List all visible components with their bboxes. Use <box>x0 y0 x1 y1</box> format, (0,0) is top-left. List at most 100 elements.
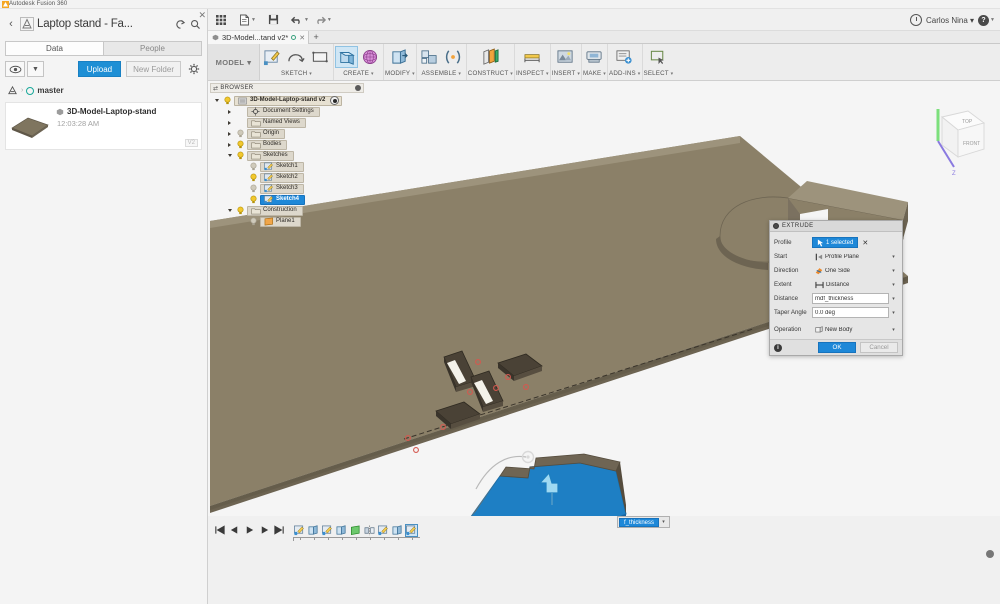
offset-plane-icon[interactable] <box>479 46 502 68</box>
timeline-feature-sketch[interactable] <box>377 524 390 537</box>
timeline-feature-mirror[interactable] <box>363 524 376 537</box>
tab-people[interactable]: People <box>104 41 202 56</box>
new-folder-button[interactable]: New Folder <box>126 61 181 77</box>
press-pull-icon[interactable] <box>388 46 411 68</box>
twisty-expanded-icon[interactable] <box>225 151 234 160</box>
create-form-icon[interactable] <box>359 46 382 68</box>
light-bulb-icon[interactable] <box>249 173 258 182</box>
tree-item-3d-model-laptop-stand-v2[interactable]: 3D-Model-Laptop-stand v2 <box>234 95 343 106</box>
tab-data[interactable]: Data <box>5 41 104 56</box>
activate-radio-icon[interactable] <box>330 96 340 105</box>
twisty-expanded-icon[interactable] <box>212 96 221 105</box>
tree-row[interactable]: Plane1 <box>210 216 364 227</box>
info-icon[interactable]: i <box>774 343 782 352</box>
clear-x-icon[interactable]: ✕ <box>862 239 868 247</box>
document-tab[interactable]: 3D-Model...tand v2* ✕ <box>208 31 310 44</box>
distance-value-input[interactable]: f_thickness <box>619 517 660 527</box>
tree-item-sketch4[interactable]: Sketch4 <box>260 194 306 205</box>
tree-row[interactable]: Named Views <box>210 117 364 128</box>
tree-item-named-views[interactable]: Named Views <box>247 117 306 128</box>
chevron-left-icon[interactable]: ‹ <box>4 16 18 32</box>
3d-print-icon[interactable] <box>583 46 606 68</box>
insert-mcmaster-icon[interactable] <box>554 46 577 68</box>
breadcrumb-current[interactable]: master <box>37 86 63 95</box>
help-caret-icon[interactable]: ▼ <box>990 17 995 23</box>
ok-button[interactable]: OK <box>818 342 856 353</box>
step-forward-icon[interactable] <box>258 524 271 537</box>
field-control[interactable]: Profile Plane <box>812 251 889 262</box>
chevron-down-icon[interactable]: ▾ <box>889 293 898 304</box>
tree-row[interactable]: Origin <box>210 128 364 139</box>
field-control[interactable]: Distance <box>812 279 889 290</box>
light-bulb-icon[interactable] <box>249 195 258 204</box>
tree-item-sketches[interactable]: Sketches <box>247 150 294 161</box>
tree-row[interactable]: Sketch4 <box>210 194 364 205</box>
twisty-collapsed-icon[interactable] <box>225 107 234 116</box>
measure-icon[interactable] <box>521 46 544 68</box>
extrude-icon[interactable] <box>335 46 358 68</box>
twisty-collapsed-icon[interactable] <box>225 129 234 138</box>
help-icon[interactable]: ? <box>978 14 990 26</box>
chevron-down-icon[interactable]: ▼ <box>27 61 44 77</box>
extrude-dialog[interactable]: EXTRUDE Profile 1 selected ✕ Start Profile P… <box>769 220 903 356</box>
new-file-caret-icon[interactable]: ▼ <box>251 17 256 23</box>
view-cube-icon[interactable]: TOP FRONT Z <box>916 101 992 185</box>
new-component-icon[interactable] <box>418 46 441 68</box>
scripts-addins-icon[interactable] <box>613 46 636 68</box>
light-bulb-icon[interactable] <box>249 162 258 171</box>
pin-collapse-icon[interactable]: ⇄ <box>213 85 218 92</box>
profile-selection-chip[interactable]: 1 selected <box>812 237 859 248</box>
light-bulb-icon[interactable] <box>236 151 245 160</box>
tree-row[interactable]: Document Settings <box>210 106 364 117</box>
tree-item-sketch1[interactable]: Sketch1 <box>260 161 304 172</box>
timeline-feature-sketch[interactable] <box>321 524 334 537</box>
recent-clock-icon[interactable] <box>910 14 922 26</box>
file-card[interactable]: 3D-Model-Laptop-stand 12:03:28 AM V2 <box>5 102 202 150</box>
timeline-feature-extrude[interactable] <box>307 524 320 537</box>
field-control[interactable]: mdf_thickness <box>812 293 889 304</box>
sketch-spline-icon[interactable] <box>285 46 308 68</box>
twisty-collapsed-icon[interactable] <box>225 118 234 127</box>
tree-item-sketch3[interactable]: Sketch3 <box>260 183 304 194</box>
tree-row[interactable]: 3D-Model-Laptop-stand v2 <box>210 95 364 106</box>
field-control[interactable]: New Body <box>812 324 889 335</box>
breadcrumb-root-icon[interactable] <box>7 85 18 96</box>
chevron-down-icon[interactable]: ▾ <box>889 265 898 276</box>
go-to-beginning-icon[interactable] <box>213 524 226 537</box>
field-control[interactable]: One Side <box>812 265 889 276</box>
tree-row[interactable]: Sketch1 <box>210 161 364 172</box>
light-bulb-icon[interactable] <box>236 129 245 138</box>
light-bulb-icon[interactable] <box>223 96 232 105</box>
light-bulb-icon[interactable] <box>249 184 258 193</box>
eye-icon[interactable] <box>5 61 25 77</box>
chevron-down-icon[interactable]: ▾ <box>889 251 898 262</box>
user-menu[interactable]: Carlos Nina ▾ <box>926 16 974 25</box>
create-sketch-icon[interactable] <box>261 46 284 68</box>
chevron-down-icon[interactable]: ▾ <box>659 519 668 525</box>
play-icon[interactable] <box>243 524 256 537</box>
timeline-feature-sketch[interactable] <box>293 524 306 537</box>
cancel-button[interactable]: Cancel <box>860 342 898 353</box>
chevron-down-icon[interactable]: ▾ <box>889 279 898 290</box>
tree-row[interactable]: Construction <box>210 205 364 216</box>
gear-icon[interactable] <box>355 85 361 91</box>
field-control[interactable]: 0.0 deg <box>812 307 889 318</box>
tree-item-construction[interactable]: Construction <box>247 205 303 216</box>
close-icon[interactable]: ✕ <box>198 10 206 21</box>
timeline-feature-extrude[interactable] <box>335 524 348 537</box>
refresh-icon[interactable] <box>173 17 188 32</box>
tree-row[interactable]: Sketch3 <box>210 183 364 194</box>
light-bulb-icon[interactable] <box>236 140 245 149</box>
twisty-collapsed-icon[interactable] <box>225 140 234 149</box>
tree-row[interactable]: Sketch2 <box>210 172 364 183</box>
joint-icon[interactable] <box>442 46 465 68</box>
timeline-feature-sketch[interactable] <box>405 523 418 537</box>
light-bulb-icon[interactable] <box>236 206 245 215</box>
tree-item-document-settings[interactable]: Document Settings <box>247 106 320 117</box>
redo-caret-icon[interactable]: ▼ <box>327 17 332 23</box>
sketch-rectangle-icon[interactable] <box>309 46 332 68</box>
tree-row[interactable]: Sketches <box>210 150 364 161</box>
tree-item-origin[interactable]: Origin <box>247 128 286 139</box>
distance-value-box[interactable]: f_thickness ▾ <box>617 516 671 528</box>
tree-item-sketch2[interactable]: Sketch2 <box>260 172 304 183</box>
